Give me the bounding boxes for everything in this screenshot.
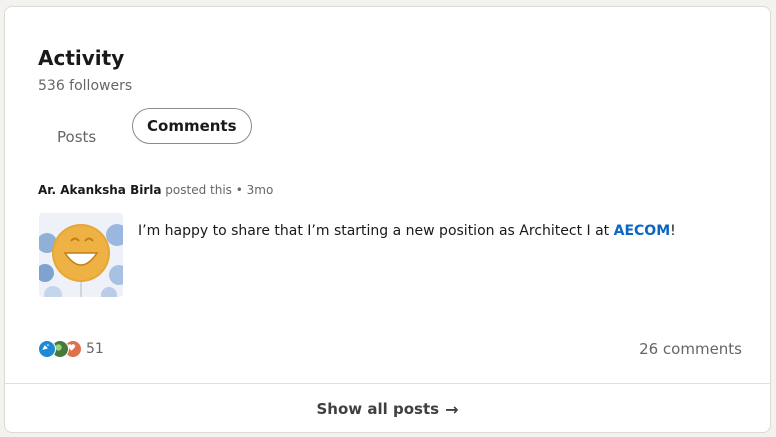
company-link[interactable]: AECOM (614, 223, 671, 239)
post-author[interactable]: Ar. Akanksha Birla (38, 183, 161, 197)
comments-count[interactable]: 26 comments (639, 340, 742, 358)
smiley-balloon-image (39, 213, 123, 297)
reaction-count: 51 (86, 341, 104, 357)
show-all-label: Show all posts (316, 400, 440, 418)
activity-card: Activity 536 followers Posts Comments Ar… (4, 6, 771, 433)
tab-posts[interactable]: Posts (45, 119, 108, 155)
celebrate-icon (38, 340, 56, 358)
post-text-before: I’m happy to share that I’m starting a n… (138, 223, 614, 239)
post-text[interactable]: I’m happy to share that I’m starting a n… (138, 220, 678, 242)
post-thumbnail[interactable] (39, 213, 123, 297)
activity-title: Activity (38, 46, 125, 70)
show-all-posts-button[interactable]: Show all posts → (5, 384, 770, 432)
arrow-right-icon: → (445, 399, 459, 419)
reactions[interactable]: 51 (38, 339, 104, 359)
tab-comments[interactable]: Comments (132, 108, 252, 144)
followers-count: 536 followers (38, 78, 133, 94)
post-text-after: ! (670, 223, 676, 239)
post-meta: Ar. Akanksha Birla posted this • 3mo (38, 183, 273, 197)
post-meta-suffix: posted this • 3mo (161, 183, 274, 197)
